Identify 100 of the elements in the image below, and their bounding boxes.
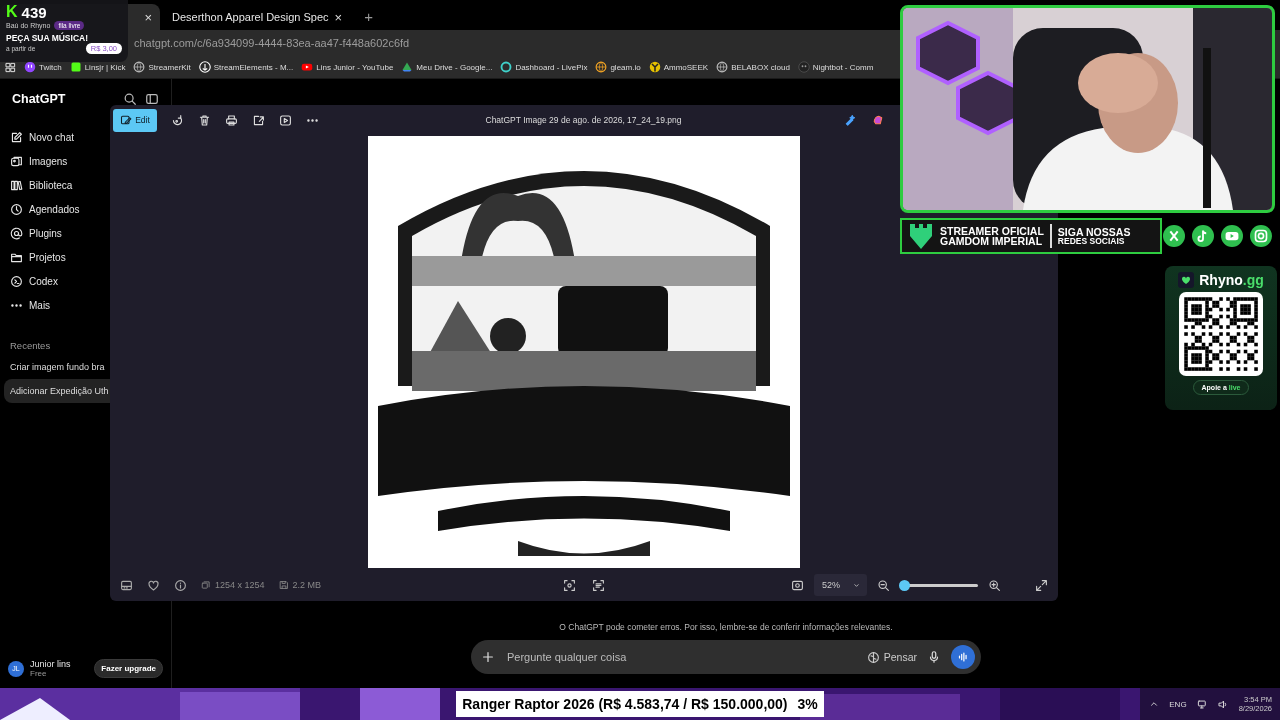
close-icon[interactable]: ×	[334, 9, 343, 25]
kick-icon	[69, 61, 82, 73]
chevron-up-icon	[1149, 699, 1160, 709]
sidebar-item-label: Mais	[29, 299, 51, 311]
play-icon[interactable]	[1221, 225, 1243, 247]
sidebar-item-label: Novo chat	[29, 131, 75, 143]
brand-name: Rhyno.gg	[1199, 272, 1264, 288]
zoom-dropdown[interactable]: 52%	[814, 574, 867, 596]
delete-button[interactable]	[198, 113, 211, 127]
bookmark-label: Meu Drive - Google...	[416, 62, 493, 72]
file-size: 2.2 MB	[292, 580, 322, 590]
follow-text: SIGA NOSSAS	[1057, 226, 1131, 237]
bookmark-label: Dashboard - LivePix	[515, 62, 588, 72]
sidebar-item[interactable]: Mais	[0, 293, 171, 317]
filmstrip-icon	[120, 578, 133, 592]
monitor-icon	[1196, 698, 1208, 710]
bookmark[interactable]: Twitch	[24, 61, 62, 73]
waveform-icon	[956, 650, 970, 664]
camera-icon[interactable]	[1250, 225, 1272, 247]
edit-icon	[120, 114, 133, 126]
bookmark[interactable]: Nightbot - Comm	[797, 61, 874, 73]
bookmark-label: gleam.io	[610, 62, 641, 72]
bookmark-label: Lins Junior - YouTube	[316, 62, 394, 72]
edit-button[interactable]: Edit	[113, 108, 157, 132]
goal-percent: 3%	[797, 696, 818, 712]
share-icon	[252, 113, 265, 127]
clock-icon	[10, 202, 23, 216]
image-title: ChatGPT Image 29 de ago. de 2026, 17_24_19.png	[485, 115, 682, 125]
bookmark[interactable]: Linsjr | Kick	[69, 61, 126, 73]
bookmark-label: StreamElements - M...	[213, 62, 294, 72]
wand-icon	[844, 114, 856, 126]
sidebar-toggle-icon	[145, 92, 159, 106]
sidebar-item-label: Imagens	[29, 155, 68, 167]
share-button[interactable]	[252, 113, 265, 127]
slider-thumb[interactable]	[898, 579, 910, 591]
sidebar-item[interactable]: Projetos	[0, 245, 171, 269]
search-icon	[123, 92, 137, 106]
new-tab-button[interactable]: +	[354, 8, 373, 30]
library-icon	[10, 178, 23, 192]
zoom-out-icon	[877, 578, 890, 592]
message-field[interactable]: Pergunte qualquer coisa Pensar	[471, 640, 981, 674]
zoom-in-icon	[988, 578, 1001, 592]
sidebar-item[interactable]: Agendados	[0, 197, 171, 221]
print-button[interactable]	[225, 113, 238, 127]
print-icon	[225, 113, 238, 127]
bookmark[interactable]: BELABOX cloud	[716, 61, 790, 73]
brain-icon	[866, 650, 880, 664]
close-icon[interactable]: ×	[144, 9, 152, 25]
images-icon	[10, 154, 23, 168]
rotate-icon	[171, 113, 184, 127]
bookmark-label: Nightbot - Comm	[812, 62, 874, 72]
bookmark-label: BELABOX cloud	[731, 62, 790, 72]
bookmark[interactable]: StreamerKit	[133, 61, 191, 73]
bookmark-label: Twitch	[39, 62, 62, 72]
sidebar-item-label: Projetos	[29, 251, 66, 263]
user-plan: Free	[30, 669, 48, 678]
twitch-icon	[24, 61, 36, 73]
music-note-icon[interactable]	[1192, 225, 1214, 247]
banner-title: STREAMER OFICIAL	[940, 225, 1044, 236]
globe-icon	[716, 61, 729, 73]
at-icon	[10, 226, 23, 240]
sidebar-item[interactable]: Codex	[0, 269, 171, 293]
think-button[interactable]: Pensar	[866, 650, 917, 664]
heart-icon	[147, 578, 160, 592]
follow-text: REDES SOCIAIS	[1057, 237, 1126, 246]
bookmark[interactable]: Lins Junior - YouTube	[301, 61, 394, 73]
browser-tab[interactable]: Deserthon Apparel Design Spec ×	[164, 4, 351, 30]
address-bar[interactable]: chatgpt.com/c/6a934099-4444-83ea-aa47-f448a602c6fd	[134, 37, 410, 49]
scan-icon	[563, 578, 576, 592]
slideshow-button[interactable]	[279, 113, 292, 127]
voice-button[interactable]	[951, 645, 975, 669]
bookmark-label: Linsjr | Kick	[84, 62, 126, 72]
x-icon[interactable]	[1163, 225, 1185, 247]
slideshow-icon	[279, 113, 292, 127]
bookmark[interactable]: Meu Drive - Google...	[401, 61, 493, 73]
image-dimensions: 1254 x 1254	[215, 580, 265, 590]
bookmark[interactable]: Dashboard - LivePix	[500, 61, 588, 73]
goal-text: Ranger Raptor 2026 (R$ 4.583,74 / R$ 150.000,00)	[462, 696, 788, 712]
upgrade-button[interactable]: Fazer upgrade	[94, 659, 163, 678]
sidebar-item-label: Codex	[29, 275, 58, 287]
delete-icon	[198, 113, 211, 127]
bookmark[interactable]: StreamElements - M...	[198, 61, 294, 73]
new-icon	[10, 130, 23, 144]
language-indicator[interactable]: ENG	[1169, 699, 1187, 709]
castle-icon	[908, 222, 934, 250]
speaker-icon	[1217, 698, 1229, 710]
section-heading: Recentes	[9, 338, 52, 353]
apps-icon	[5, 61, 16, 73]
bot-icon	[797, 61, 810, 73]
bookmark[interactable]: AmmoSEEK	[648, 61, 709, 73]
sidebar-item[interactable]: Biblioteca	[0, 173, 171, 197]
logo: K	[6, 3, 18, 21]
sidebar-item[interactable]: Plugins	[0, 221, 171, 245]
save-icon	[278, 580, 289, 590]
app-title: ChatGPT	[12, 92, 67, 106]
rotate-button[interactable]	[171, 113, 184, 127]
sidebar-item[interactable]: Imagens	[0, 149, 171, 173]
expand-icon	[1035, 578, 1048, 592]
bookmark[interactable]: gleam.io	[595, 61, 641, 73]
ring-icon	[500, 61, 513, 73]
